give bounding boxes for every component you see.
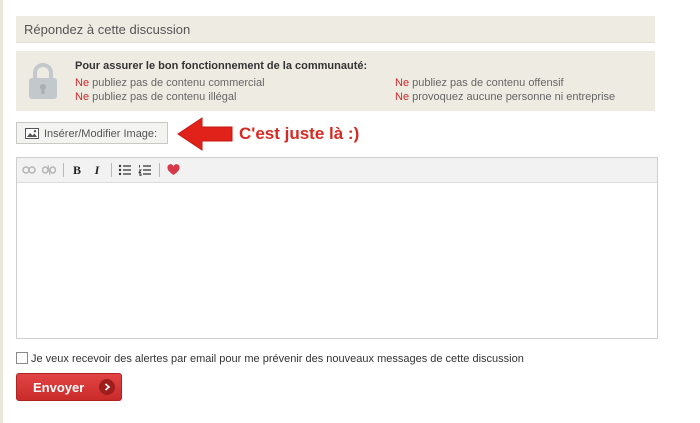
rule-item: Ne publiez pas de contenu offensif	[395, 77, 564, 89]
toolbar-separator	[159, 163, 160, 177]
bulleted-list-icon[interactable]	[117, 162, 133, 178]
email-alerts-checkbox[interactable]	[16, 352, 28, 364]
annotation-text: C'est juste là :)	[239, 124, 360, 143]
italic-icon[interactable]: I	[89, 162, 105, 178]
rule-item: Ne provoquez aucune personne ni entrepri…	[395, 91, 615, 103]
editor-toolbar: B I	[17, 158, 657, 183]
left-border	[0, 0, 3, 423]
send-button[interactable]: Envoyer	[16, 373, 122, 401]
insert-image-button[interactable]: Insérer/Modifier Image:	[16, 122, 168, 144]
insert-image-label: Insérer/Modifier Image:	[44, 128, 158, 140]
heart-icon[interactable]	[165, 162, 181, 178]
message-textarea[interactable]	[17, 183, 657, 338]
community-rules-panel: Pour assurer le bon fonctionnement de la…	[16, 51, 655, 111]
email-alerts-label: Je veux recevoir des alertes par email p…	[31, 353, 524, 365]
rules-title: Pour assurer le bon fonctionnement de la…	[75, 60, 368, 72]
rule-text: publiez pas de contenu illégal	[89, 91, 237, 103]
rule-text: publiez pas de contenu commercial	[89, 77, 265, 89]
chevron-right-icon	[99, 379, 115, 395]
red-arrow-icon	[177, 117, 233, 151]
rule-item: Ne publiez pas de contenu illégal	[75, 91, 236, 103]
bold-icon[interactable]: B	[69, 162, 85, 178]
numbered-list-icon[interactable]	[137, 162, 153, 178]
reply-header: Répondez à cette discussion	[16, 16, 655, 43]
lock-icon	[29, 63, 57, 99]
link-icon[interactable]	[21, 162, 37, 178]
send-button-label: Envoyer	[33, 380, 85, 395]
rule-item: Ne publiez pas de contenu commercial	[75, 77, 265, 89]
toolbar-separator	[63, 163, 64, 177]
rule-ne: Ne	[75, 91, 90, 103]
rule-ne: Ne	[75, 77, 90, 89]
email-alerts-row: Je veux recevoir des alertes par email p…	[16, 352, 524, 365]
rule-text: provoquez aucune personne ni entreprise	[409, 91, 616, 103]
image-icon	[25, 128, 39, 139]
rule-ne: Ne	[395, 91, 410, 103]
rule-ne: Ne	[395, 77, 410, 89]
unlink-icon[interactable]	[41, 162, 57, 178]
toolbar-separator	[111, 163, 112, 177]
rule-text: publiez pas de contenu offensif	[409, 77, 564, 89]
message-editor: B I	[16, 157, 658, 339]
reply-title: Répondez à cette discussion	[24, 22, 191, 37]
